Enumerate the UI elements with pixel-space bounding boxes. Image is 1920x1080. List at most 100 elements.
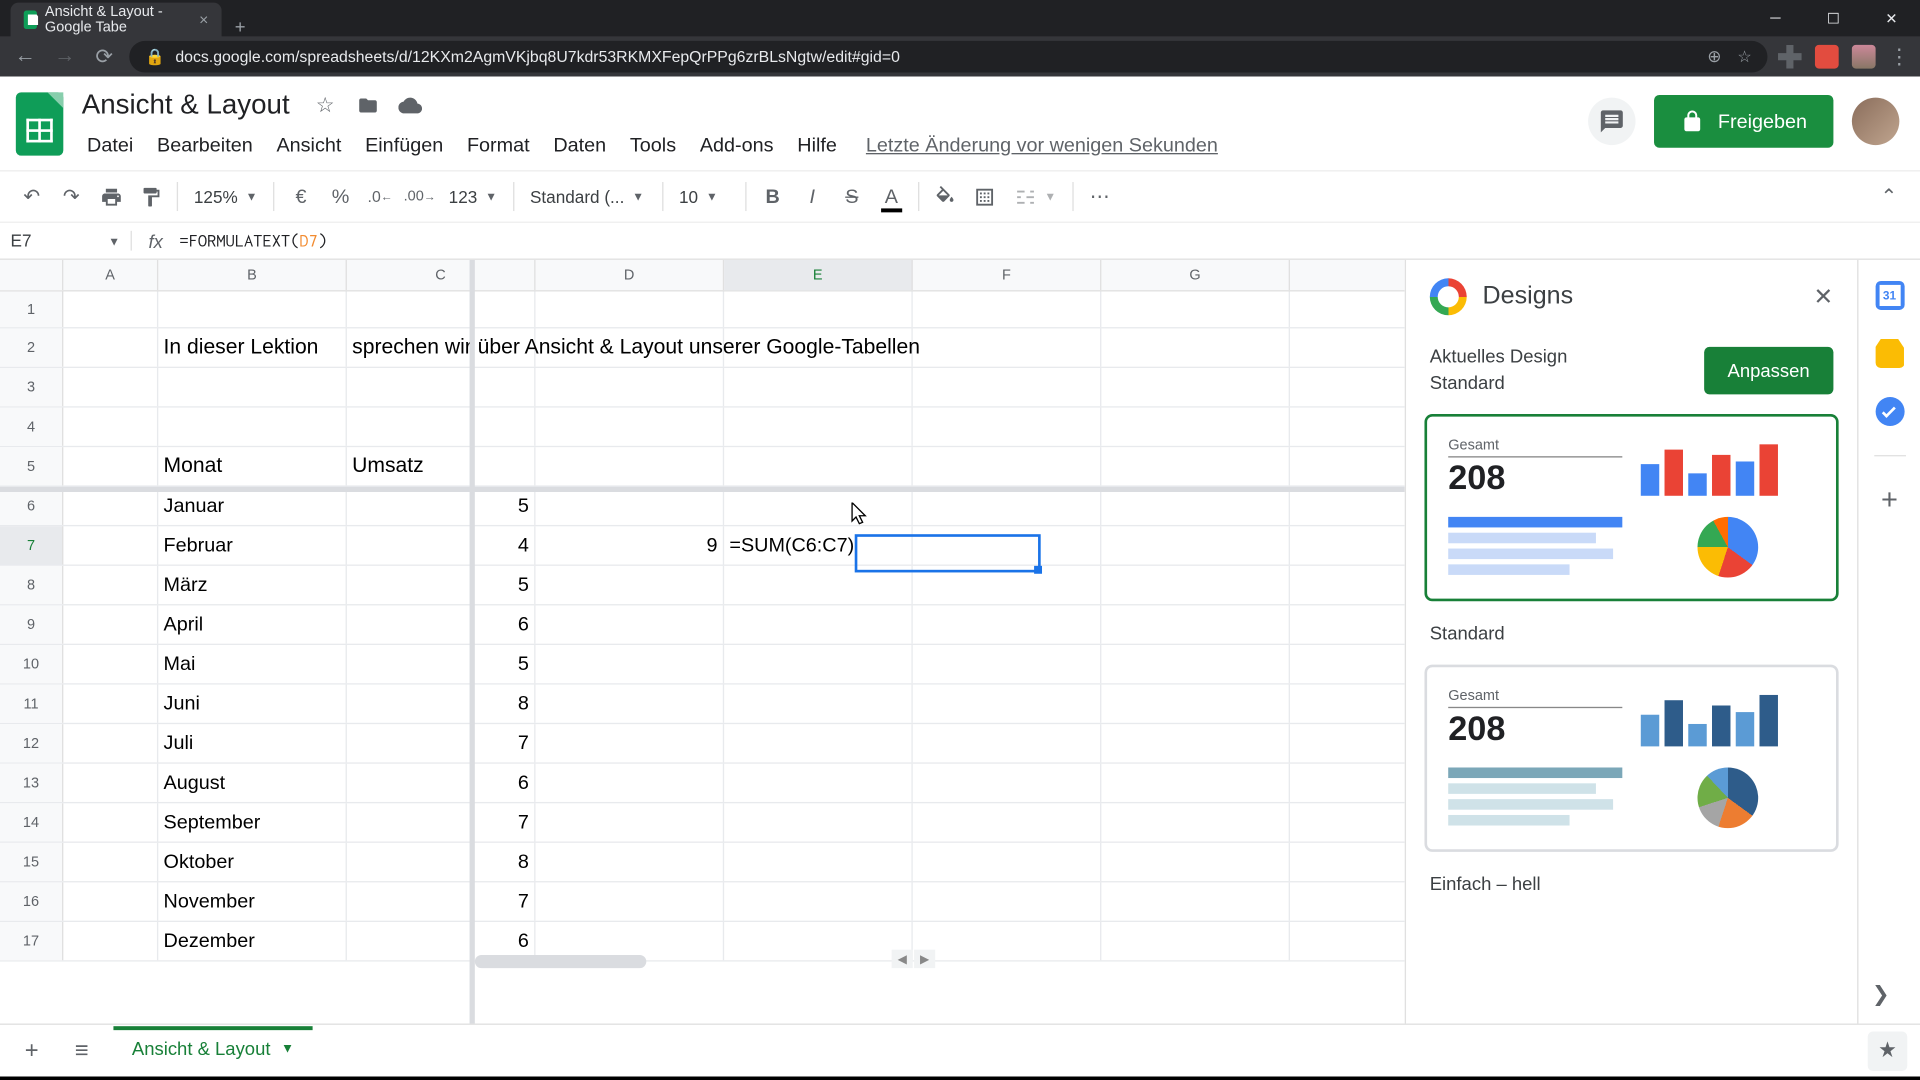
cell-D6[interactable] — [536, 487, 725, 525]
extensions-icon[interactable] — [1778, 45, 1802, 69]
font-size-select[interactable]: 10▼ — [671, 187, 737, 207]
col-header-C[interactable]: C — [347, 260, 536, 290]
cell-A8[interactable] — [63, 566, 158, 604]
cell-C5[interactable]: Umsatz — [347, 447, 536, 485]
close-tab-icon[interactable]: × — [199, 11, 208, 29]
cell-C11[interactable]: 8 — [347, 685, 536, 723]
sheet-tab-active[interactable]: Ansicht & Layout ▼ — [113, 1027, 312, 1074]
design-option-light[interactable]: Gesamt 208 — [1425, 665, 1839, 852]
cell-A11[interactable] — [63, 685, 158, 723]
move-document-icon[interactable] — [356, 94, 380, 118]
row-header-5[interactable]: 5 — [0, 447, 63, 485]
customize-button[interactable]: Anpassen — [1704, 346, 1834, 393]
cell-C4[interactable] — [347, 408, 536, 446]
cell-F16[interactable] — [913, 882, 1102, 920]
zoom-select[interactable]: 125%▼ — [186, 187, 265, 207]
forward-button[interactable]: → — [50, 42, 79, 71]
cell-D15[interactable] — [536, 843, 725, 881]
cell-B1[interactable] — [158, 291, 347, 327]
percent-button[interactable]: % — [322, 178, 359, 215]
cell-C2[interactable]: sprechen wir über Ansicht & Layout unser… — [347, 328, 536, 366]
more-button[interactable]: ⋯ — [1081, 178, 1118, 215]
cell-B8[interactable]: März — [158, 566, 347, 604]
cell-A15[interactable] — [63, 843, 158, 881]
cell-G15[interactable] — [1101, 843, 1290, 881]
cell-C15[interactable]: 8 — [347, 843, 536, 881]
explore-button[interactable] — [1868, 1031, 1908, 1071]
cell-C3[interactable] — [347, 368, 536, 406]
cell-B3[interactable] — [158, 368, 347, 406]
decrease-decimal-button[interactable]: .0← — [362, 178, 399, 215]
cell-D7[interactable]: 9 — [536, 526, 725, 564]
cell-F9[interactable] — [913, 605, 1102, 643]
add-addon-icon[interactable]: + — [1875, 485, 1904, 514]
cell-C10[interactable]: 5 — [347, 645, 536, 683]
row-header-9[interactable]: 9 — [0, 605, 63, 643]
last-edit-link[interactable]: Letzte Änderung vor wenigen Sekunden — [850, 129, 1234, 162]
paint-format-button[interactable] — [132, 178, 169, 215]
cell-A2[interactable] — [63, 328, 158, 366]
cell-C12[interactable]: 7 — [347, 724, 536, 762]
cell-E11[interactable] — [724, 685, 913, 723]
cell-D13[interactable] — [536, 764, 725, 802]
row-header-12[interactable]: 12 — [0, 724, 63, 762]
menu-tools[interactable]: Tools — [619, 129, 686, 162]
cell-G7[interactable] — [1101, 526, 1290, 564]
cell-F12[interactable] — [913, 724, 1102, 762]
select-all-corner[interactable] — [0, 260, 63, 290]
cell-F10[interactable] — [913, 645, 1102, 683]
cell-G11[interactable] — [1101, 685, 1290, 723]
address-bar[interactable]: 🔒 docs.google.com/spreadsheets/d/12KXm2A… — [129, 41, 1767, 73]
menu-daten[interactable]: Daten — [543, 129, 617, 162]
cell-E16[interactable] — [724, 882, 913, 920]
cell-C14[interactable]: 7 — [347, 803, 536, 841]
cell-G17[interactable] — [1101, 922, 1290, 960]
zoom-icon[interactable]: ⊕ — [1707, 46, 1721, 67]
all-sheets-button[interactable]: ≡ — [63, 1032, 100, 1069]
cell-F8[interactable] — [913, 566, 1102, 604]
cell-C16[interactable]: 7 — [347, 882, 536, 920]
cell-G4[interactable] — [1101, 408, 1290, 446]
add-sheet-button[interactable]: + — [13, 1032, 50, 1069]
cell-B16[interactable]: November — [158, 882, 347, 920]
cell-A14[interactable] — [63, 803, 158, 841]
cell-C6[interactable]: 5 — [347, 487, 536, 525]
cell-G16[interactable] — [1101, 882, 1290, 920]
cell-B10[interactable]: Mai — [158, 645, 347, 683]
cell-B6[interactable]: Januar — [158, 487, 347, 525]
col-header-D[interactable]: D — [536, 260, 725, 290]
increase-decimal-button[interactable]: .00→ — [401, 178, 438, 215]
col-header-E[interactable]: E — [724, 260, 913, 290]
row-header-16[interactable]: 16 — [0, 882, 63, 920]
account-avatar[interactable] — [1852, 98, 1899, 145]
cell-F15[interactable] — [913, 843, 1102, 881]
col-header-G[interactable]: G — [1101, 260, 1290, 290]
menu-format[interactable]: Format — [456, 129, 540, 162]
row-header-1[interactable]: 1 — [0, 291, 63, 327]
cell-C9[interactable]: 6 — [347, 605, 536, 643]
star-document-icon[interactable]: ☆ — [313, 94, 337, 118]
cell-E9[interactable] — [724, 605, 913, 643]
menu-addons[interactable]: Add-ons — [689, 129, 784, 162]
cell-D1[interactable] — [536, 291, 725, 327]
comments-button[interactable] — [1589, 98, 1636, 145]
share-button[interactable]: Freigeben — [1655, 95, 1834, 148]
cell-B15[interactable]: Oktober — [158, 843, 347, 881]
print-button[interactable] — [92, 178, 129, 215]
cell-D12[interactable] — [536, 724, 725, 762]
strikethrough-button[interactable]: S — [833, 178, 870, 215]
row-header-13[interactable]: 13 — [0, 764, 63, 802]
profile-avatar-small[interactable] — [1852, 45, 1876, 69]
cell-G9[interactable] — [1101, 605, 1290, 643]
cell-E1[interactable] — [724, 291, 913, 327]
col-header-A[interactable]: A — [63, 260, 158, 290]
formula-input[interactable]: =FORMULATEXT(D7) — [179, 231, 1920, 251]
number-format-select[interactable]: 123▼ — [441, 187, 505, 207]
cell-B2[interactable]: In dieser Lektion — [158, 328, 347, 366]
italic-button[interactable]: I — [794, 178, 831, 215]
cell-E6[interactable] — [724, 487, 913, 525]
row-header-14[interactable]: 14 — [0, 803, 63, 841]
font-select[interactable]: Standard (...▼ — [522, 187, 654, 207]
cell-A5[interactable] — [63, 447, 158, 485]
cell-D5[interactable] — [536, 447, 725, 485]
